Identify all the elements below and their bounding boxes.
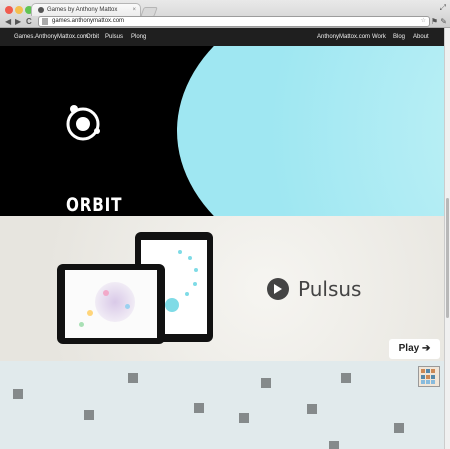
plong-block <box>329 441 339 449</box>
plong-block <box>13 389 23 399</box>
nav-link-orbit[interactable]: Orbit <box>86 28 99 46</box>
scrollbar-thumb[interactable] <box>446 198 449 318</box>
nav-link-blog[interactable]: Blog <box>393 28 405 46</box>
plong-block <box>341 373 351 383</box>
pulsus-title: Pulsus <box>298 277 362 301</box>
nav-link-pulsus[interactable]: Pulsus <box>105 28 123 46</box>
page-scrollbar[interactable] <box>444 28 450 449</box>
plong-block <box>307 404 317 414</box>
reload-icon[interactable]: C <box>26 15 32 28</box>
pulsus-panel[interactable]: Pulsus Play ➔ <box>0 216 444 361</box>
site-brand-link[interactable]: Games.AnthonyMattox.com <box>14 28 88 46</box>
nav-link-plong[interactable]: Plong <box>131 28 146 46</box>
orbit-logo-icon <box>66 105 100 141</box>
browser-toolbar: ◀ ▶ C games.anthonymattox.com ☆ ⚑ ✎ <box>0 15 450 28</box>
fullscreen-icon[interactable]: ⤢ <box>440 3 446 13</box>
orbit-planet-graphic <box>177 46 444 216</box>
orbit-panel[interactable]: ORBIT <box>0 46 444 216</box>
play-button[interactable]: Play ➔ <box>389 339 440 359</box>
pulsus-logo-icon <box>267 278 289 300</box>
plong-block <box>128 373 138 383</box>
plong-app-icon[interactable] <box>418 366 440 387</box>
minimize-window-button[interactable] <box>15 6 23 14</box>
bookmark-star-icon[interactable]: ☆ <box>421 17 426 26</box>
plong-block <box>261 378 271 388</box>
orbit-title: ORBIT <box>66 194 123 216</box>
plong-panel[interactable] <box>0 361 444 449</box>
url-text[interactable]: games.anthonymattox.com <box>52 17 124 26</box>
nav-link-about[interactable]: About <box>413 28 429 46</box>
plong-block <box>394 423 404 433</box>
nav-link-work[interactable]: Work <box>372 28 386 46</box>
back-icon[interactable]: ◀ <box>5 15 11 28</box>
plong-block <box>84 410 94 420</box>
plong-block <box>239 413 249 423</box>
favicon-icon <box>38 7 44 13</box>
browser-chrome: Games by Anthony Mattox × ⤢ ◀ ▶ C games.… <box>0 0 450 28</box>
forward-icon[interactable]: ▶ <box>15 15 21 28</box>
close-window-button[interactable] <box>5 6 13 14</box>
wrench-icon[interactable]: ⚑ ✎ <box>431 15 447 28</box>
ipad-landscape-image <box>57 264 165 344</box>
plong-block <box>194 403 204 413</box>
site-nav: Games.AnthonyMattox.com Orbit Pulsus Plo… <box>0 28 444 46</box>
page-icon <box>42 18 48 25</box>
address-bar[interactable]: games.anthonymattox.com ☆ <box>38 16 430 27</box>
nav-link-anthonymattox[interactable]: AnthonyMattox.com <box>317 28 370 46</box>
